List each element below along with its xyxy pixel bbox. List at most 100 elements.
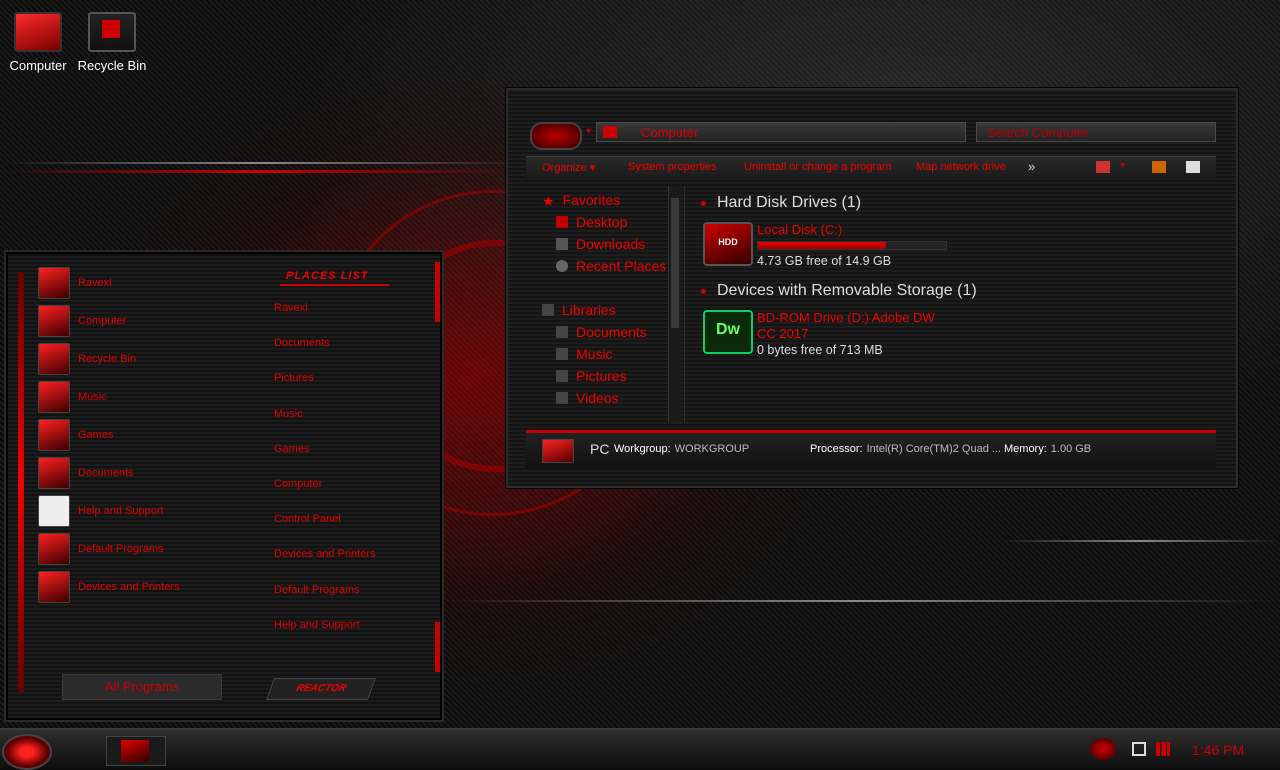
- clock[interactable]: 1:46 PM: [1192, 742, 1244, 758]
- place-ravexl[interactable]: Ravexl: [274, 302, 376, 337]
- nav-downloads[interactable]: Downloads: [556, 236, 645, 256]
- signal-icon[interactable]: [1156, 742, 1170, 756]
- navigation-scrollbar[interactable]: [668, 186, 681, 422]
- group-header-removable-storage[interactable]: Devices with Removable Storage (1): [701, 282, 977, 300]
- start-item-documents[interactable]: Documents: [38, 454, 180, 492]
- music-icon: [38, 381, 70, 413]
- start-item-label: Help and Support: [78, 505, 164, 517]
- preview-pane-icon[interactable]: [1152, 161, 1166, 173]
- address-bar[interactable]: Computer: [596, 122, 966, 142]
- drive-c-usage-bar: [757, 241, 947, 250]
- start-item-label: Recycle Bin: [78, 353, 137, 365]
- libraries-icon: [542, 304, 554, 316]
- nav-label: Documents: [576, 324, 647, 340]
- desktop-icon-computer[interactable]: Computer: [0, 12, 76, 73]
- start-item-computer[interactable]: Computer: [38, 302, 180, 340]
- start-item-label: Devices and Printers: [78, 581, 180, 593]
- start-item-help[interactable]: Help and Support: [38, 492, 180, 530]
- place-pictures[interactable]: Pictures: [274, 372, 376, 407]
- start-button[interactable]: [2, 734, 52, 770]
- start-item-label: Documents: [78, 467, 134, 479]
- desktop-icon-recycle-bin[interactable]: Recycle Bin: [74, 12, 150, 73]
- place-games[interactable]: Games: [274, 443, 376, 478]
- taskbar-explorer-button[interactable]: [106, 736, 166, 766]
- start-item-default-programs[interactable]: Default Programs: [38, 530, 180, 568]
- nav-favorites[interactable]: ★ Favorites: [542, 192, 620, 212]
- drive-c-usage-fill: [758, 242, 886, 249]
- start-menu: Ravexl Computer Recycle Bin Music Games …: [4, 250, 444, 722]
- nav-videos[interactable]: Videos: [556, 390, 619, 410]
- show-hidden-icons-button[interactable]: [1090, 738, 1116, 760]
- explorer-window: ▾ Computer Search Computer Organize ▾ Sy…: [506, 88, 1238, 488]
- start-item-games[interactable]: Games: [38, 416, 180, 454]
- drive-d-name[interactable]: BD-ROM Drive (D:) Adobe DW CC 2017: [757, 310, 935, 342]
- chevron-down-icon[interactable]: ▾: [1120, 160, 1134, 172]
- drive-c-name[interactable]: Local Disk (C:): [757, 222, 842, 238]
- more-commands-button[interactable]: »: [1028, 159, 1035, 174]
- places-list: Ravexl Documents Pictures Music Games Co…: [274, 302, 376, 654]
- organize-button[interactable]: Organize ▾: [542, 161, 595, 174]
- computer-name: PC: [590, 441, 610, 457]
- computer-icon: [14, 12, 62, 52]
- recycle-bin-icon: [88, 12, 136, 52]
- place-music[interactable]: Music: [274, 408, 376, 443]
- background-streak: [0, 162, 520, 164]
- nav-label: Favorites: [562, 192, 621, 208]
- place-control-panel[interactable]: Control Panel: [274, 513, 376, 548]
- system-properties-button[interactable]: System properties: [628, 161, 717, 173]
- drive-c-free-space: 4.73 GB free of 14.9 GB: [757, 254, 892, 268]
- place-documents[interactable]: Documents: [274, 337, 376, 372]
- desktop-icon: [556, 216, 568, 228]
- nav-music[interactable]: Music: [556, 346, 613, 366]
- all-programs-button[interactable]: All Programs: [62, 674, 222, 700]
- back-forward-button[interactable]: [530, 122, 582, 150]
- desktop-icon-label: Computer: [9, 58, 67, 73]
- help-icon[interactable]: [1186, 161, 1200, 173]
- start-item-devices[interactable]: Devices and Printers: [38, 568, 180, 606]
- nav-pictures[interactable]: Pictures: [556, 368, 627, 388]
- start-item-label: Games: [78, 429, 114, 441]
- group-header-hard-disk-drives[interactable]: Hard Disk Drives (1): [700, 194, 861, 212]
- organize-label: Organize: [542, 162, 587, 174]
- joystick-icon: [38, 419, 70, 451]
- drive-d-free-space: 0 bytes free of 713 MB: [757, 343, 883, 357]
- taskbar: 1:46 PM: [0, 728, 1280, 770]
- place-help-support[interactable]: Help and Support: [274, 619, 376, 654]
- start-item-music[interactable]: Music: [38, 378, 180, 416]
- place-computer[interactable]: Computer: [274, 478, 376, 513]
- details-pane: PC Workgroup: WORKGROUP Processor: Intel(R…: [526, 430, 1216, 469]
- nav-label: Music: [576, 346, 613, 362]
- nav-label: Desktop: [576, 214, 628, 230]
- view-options-icon[interactable]: [1096, 161, 1110, 173]
- nav-label: Pictures: [576, 368, 627, 384]
- search-input[interactable]: Search Computer: [976, 122, 1216, 142]
- place-devices-printers[interactable]: Devices and Printers: [274, 548, 376, 583]
- nav-desktop[interactable]: Desktop: [556, 214, 627, 234]
- chevron-down-icon[interactable]: ▾: [586, 126, 591, 137]
- workgroup-value: WORKGROUP: [674, 443, 750, 455]
- scrollbar-thumb[interactable]: [671, 198, 679, 328]
- music-icon: [556, 348, 568, 360]
- navigation-pane: ★ Favorites Desktop Downloads Recent Plac…: [538, 186, 688, 422]
- nav-recent-places[interactable]: Recent Places: [556, 258, 666, 278]
- nav-libraries[interactable]: Libraries: [542, 302, 616, 322]
- default-programs-icon: [38, 533, 70, 565]
- address-text: Computer: [641, 125, 699, 140]
- network-icon[interactable]: [1132, 742, 1146, 756]
- start-item-ravexl[interactable]: Ravexl: [38, 264, 180, 302]
- nav-documents[interactable]: Documents: [556, 324, 647, 344]
- nav-label: Downloads: [576, 236, 646, 252]
- reactor-button[interactable]: REACTOR: [265, 678, 377, 700]
- explorer-icon: [121, 740, 149, 762]
- uninstall-program-button[interactable]: Uninstall or change a program: [744, 161, 891, 173]
- background-streak: [1000, 540, 1280, 542]
- start-menu-rail: [18, 272, 24, 692]
- workgroup-label: Workgroup:: [614, 443, 671, 455]
- start-item-recycle-bin[interactable]: Recycle Bin: [38, 340, 180, 378]
- start-menu-rail: [435, 262, 440, 322]
- dreamweaver-disc-icon: Dw: [703, 310, 753, 354]
- map-network-drive-button[interactable]: Map network drive: [916, 161, 1006, 173]
- start-menu-rail: [435, 622, 440, 672]
- start-item-label: Computer: [78, 315, 127, 327]
- place-default-programs[interactable]: Default Programs: [274, 584, 376, 619]
